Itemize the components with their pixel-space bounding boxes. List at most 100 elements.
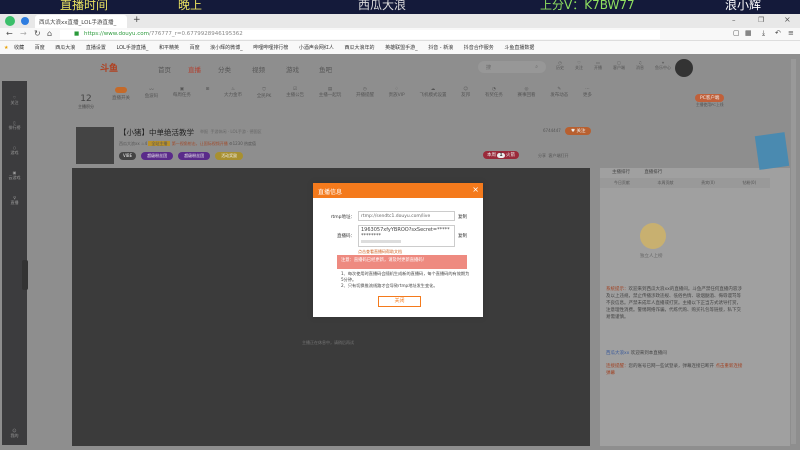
tab-vip[interactable]: 贵宾(0) <box>701 180 715 186</box>
bookmark[interactable]: 小酒声会网红人 <box>299 44 334 51</box>
back-icon[interactable]: ← <box>6 29 13 38</box>
bookmark[interactable]: 抖音 - 新浪 <box>428 44 453 51</box>
copy-key-button[interactable]: 复制 <box>458 233 467 239</box>
close-icon[interactable]: × <box>472 185 479 194</box>
address-bar-row: ← → ↻ ⌂ ■ https://www.douyu.com/776777_r… <box>0 28 800 41</box>
live-rank-link[interactable]: 直播排行 <box>644 170 662 175</box>
copy-rtmp-button[interactable]: 复制 <box>458 214 467 220</box>
new-tab-button[interactable]: + <box>133 15 141 25</box>
search-icon[interactable]: ⌕ <box>535 64 538 70</box>
bookmark[interactable]: 西瓜大浪年的 <box>345 44 375 51</box>
extension-icon[interactable] <box>21 17 29 25</box>
dialog-header: 直播信息 × <box>313 183 483 198</box>
rtmp-address-field[interactable]: rtmp://sendtc1.douyu.com/live <box>358 211 455 221</box>
nav-category[interactable]: 分类 <box>218 64 231 74</box>
badge[interactable]: VIBE <box>119 152 137 160</box>
bookmark[interactable]: 百度 <box>190 44 200 51</box>
pc-client-button[interactable]: PC客户端 主播使用PC上线 <box>695 94 725 108</box>
bookmark[interactable]: 收藏 <box>14 44 24 51</box>
sidebar-item[interactable]: ♀ 直播 <box>2 195 27 206</box>
apps-icon[interactable]: ▦ <box>745 29 752 37</box>
nav-yuba[interactable]: 鱼吧 <box>319 64 332 74</box>
open-client-button[interactable]: 客户端打开 <box>549 153 569 158</box>
sidebar-toggle-icon[interactable]: ▢ <box>733 29 740 37</box>
search-input[interactable]: 搜 ⌕ <box>478 61 546 73</box>
reload-icon[interactable]: ↻ <box>34 29 41 38</box>
url-input[interactable]: ■ https://www.douyu.com/776777_r=0.67799… <box>60 30 660 39</box>
home-icon[interactable]: ⌂ <box>47 29 52 38</box>
sidebar-item[interactable]: ♡ 关注 <box>2 95 27 106</box>
close-dialog-button[interactable]: 关闭 <box>378 296 421 307</box>
bookmark[interactable]: LOL手游直播_ <box>117 44 149 51</box>
tab-today[interactable]: 今日贡献 <box>614 180 630 186</box>
window-maximize-button[interactable]: ❐ <box>758 16 764 24</box>
tool-item[interactable]: ◷ 开播提醒 <box>356 87 374 101</box>
hot-rank-badge[interactable]: 本周 1 火箭 <box>483 151 520 159</box>
tool-item[interactable]: ☺ 友邦 <box>461 87 470 101</box>
message-icon[interactable]: ♫ 消息 <box>636 60 644 71</box>
tab-douyu[interactable]: 西瓜大浪xx直播_LOL手游直播_ <box>35 15 127 28</box>
tool-item[interactable]: ◔ 有奖任务 <box>485 87 503 101</box>
sidebar-collapse-handle[interactable] <box>22 260 28 290</box>
report-link[interactable]: 举报 <box>200 129 208 134</box>
tab-diamond[interactable]: 钻粉(0) <box>742 180 756 186</box>
tool-item[interactable]: ▤ 主播一起玩 <box>319 87 342 101</box>
window-close-button[interactable]: × <box>784 15 791 24</box>
share-button[interactable]: 分享 <box>538 153 546 158</box>
sidebar-item[interactable]: ▯ 排行榜 <box>2 120 27 131</box>
bookmark[interactable]: 哔哩哔哩排行榜 <box>253 44 288 51</box>
sidebar-item[interactable]: ▣ 云游戏 <box>2 170 27 181</box>
tool-item[interactable]: 〰鱼波码 <box>145 87 159 101</box>
tool-item[interactable]: ◎ 赛事回看 <box>518 87 536 101</box>
client-icon[interactable]: ▢ 客户端 <box>613 60 625 71</box>
tool-item[interactable]: ☑ 主播公告 <box>286 87 304 101</box>
tab-week[interactable]: 本周贡献 <box>657 180 673 186</box>
badge[interactable]: 活动奖励 <box>215 152 244 160</box>
streamer-name[interactable]: 西瓜大浪xx <box>119 141 140 146</box>
bookmark[interactable]: 和平精英 <box>159 44 179 51</box>
promo-sticker[interactable] <box>754 132 790 170</box>
tool-live-switch[interactable]: 直播开关 <box>112 87 130 101</box>
sidebar-item[interactable]: ○ 游戏 <box>2 145 27 156</box>
badge[interactable]: 超级粉丝团 <box>141 152 174 160</box>
download-icon[interactable]: ⤓ <box>762 29 765 38</box>
history-icon[interactable]: ◷ 历史 <box>556 60 564 71</box>
horizontal-scrollbar[interactable] <box>361 240 401 243</box>
nav-video[interactable]: 视频 <box>252 64 265 74</box>
room-category[interactable]: 手游休闲 · LOL手游 · 德国区 <box>211 129 262 134</box>
welcome-user[interactable]: 西瓜大浪xx <box>606 351 629 356</box>
bookmark[interactable]: 英雄联盟手游_ <box>385 44 418 51</box>
stream-key-field[interactable]: 1963057xfyYBROO?sxSecret=************* <box>358 225 455 247</box>
broadcast-icon[interactable]: ▭ 开播 <box>594 60 602 71</box>
nav-home[interactable]: 首页 <box>158 64 171 74</box>
follow-button[interactable]: ♥ 关注 <box>565 127 592 135</box>
tool-item[interactable]: ▣ 每周任务 <box>173 87 191 101</box>
bookmark[interactable]: 抖音合作服务 <box>464 44 494 51</box>
forward-icon[interactable]: → <box>20 29 27 38</box>
bookmark[interactable]: 西瓜大浪 <box>55 44 75 51</box>
window-minimize-button[interactable]: – <box>732 16 736 24</box>
sidebar-item-me[interactable]: ☺ 我的 <box>2 428 27 439</box>
tool-item[interactable]: ♢ 贵族VIP <box>389 87 405 101</box>
tool-item[interactable]: ✎ 发布动态 <box>550 87 568 101</box>
tool-item[interactable]: ⛉ 全民PK <box>257 87 272 101</box>
undo-icon[interactable]: ↶ <box>775 29 781 37</box>
bookmark[interactable]: 百度 <box>35 44 45 51</box>
follow-icon[interactable]: ♡ 关注 <box>575 60 583 71</box>
badge[interactable]: 超级粉丝团 <box>178 152 211 160</box>
douyu-logo[interactable]: 斗鱼 <box>100 61 118 74</box>
tool-more[interactable]: ⋯ 更多 <box>583 87 592 101</box>
nav-live[interactable]: 直播 <box>188 64 201 74</box>
tool-item[interactable]: ☁ 飞机模式设置 <box>419 87 446 101</box>
bookmark[interactable]: 斗鱼直播数据 <box>504 44 534 51</box>
nav-game[interactable]: 游戏 <box>286 64 299 74</box>
bookmark[interactable]: 直播设置 <box>86 44 106 51</box>
gift-icon[interactable]: ⊞ <box>206 87 210 101</box>
page-scrollbar[interactable] <box>791 59 796 444</box>
anchor-rank-link[interactable]: 主播排行 <box>612 170 630 175</box>
tool-item[interactable]: ♨ 大力金币 <box>224 87 242 101</box>
bookmark[interactable]: 浪小辉的微博_ <box>210 44 243 51</box>
user-avatar[interactable] <box>675 59 693 77</box>
menu-icon[interactable]: ≡ <box>788 29 794 37</box>
location-icon[interactable]: ⌖ 鱼乐中心 <box>655 60 671 71</box>
